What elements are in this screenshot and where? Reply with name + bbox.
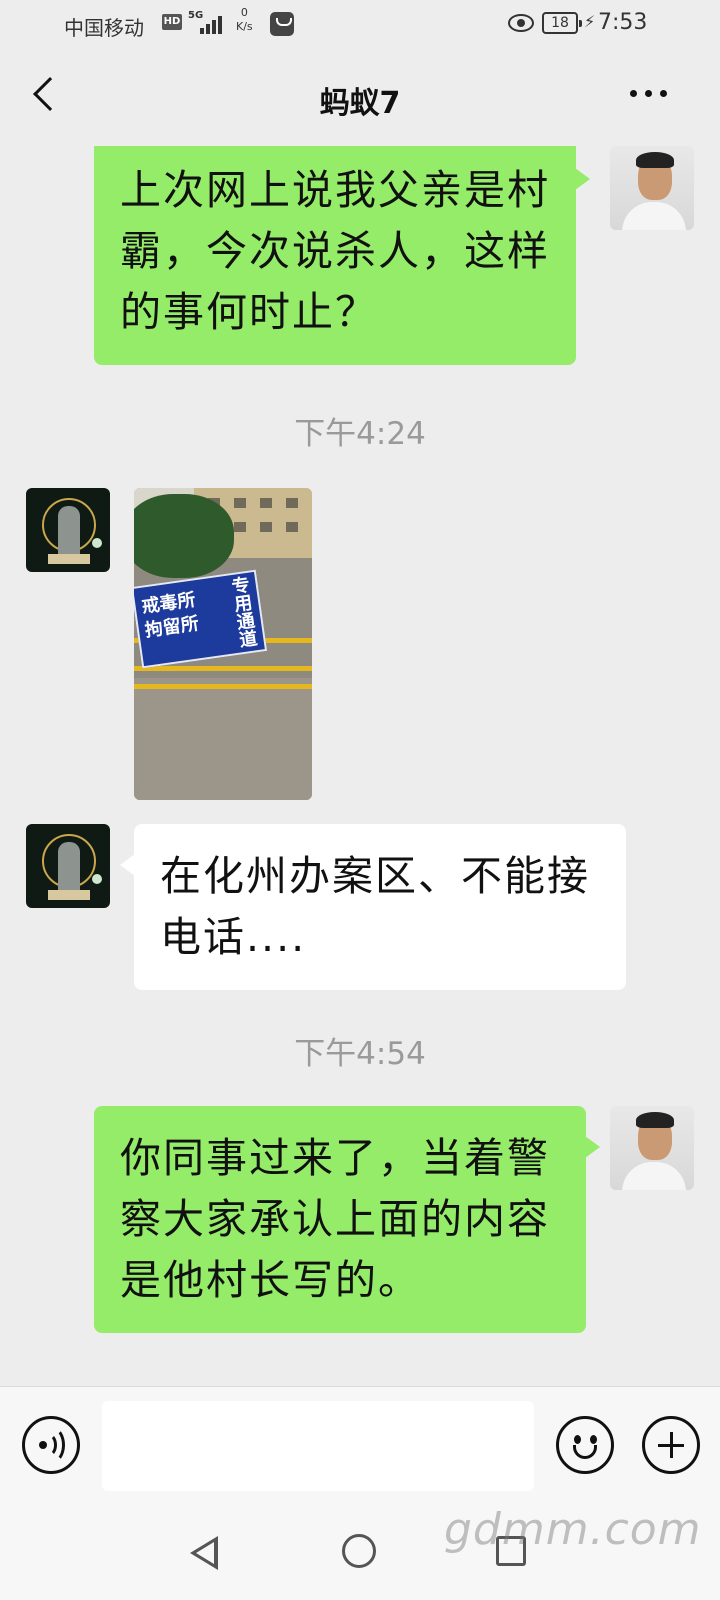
contact-avatar[interactable] (26, 824, 110, 908)
image-message[interactable]: 戒毒所 拘留所 专用通道 (134, 488, 312, 800)
more-dots-icon[interactable] (626, 90, 672, 100)
message-timestamp: 下午4:24 (294, 416, 426, 452)
message-list[interactable]: 上次网上说我父亲是村霸，今次说杀人，这样的事何时止？ 下午4:24 戒毒所 拘留… (0, 146, 720, 1386)
sent-message-bubble[interactable]: 你同事过来了，当着警察大家承认上面的内容是他村长写的。 (94, 1106, 600, 1333)
status-bar: 中国移动 HD 5G 0 K/s 18 ⚡ 7:53 (0, 0, 720, 50)
network-speed-unit: K/s (236, 20, 253, 33)
chat-title: 蚂蚁7 (319, 86, 401, 121)
received-message-bubble[interactable]: 在化州办案区、不能接电话.... (120, 824, 626, 990)
message-timestamp: 下午4:54 (294, 1036, 426, 1072)
system-home-icon[interactable] (342, 1534, 376, 1568)
emoji-icon[interactable] (556, 1416, 614, 1474)
message-input-bar (0, 1386, 720, 1504)
network-speed-value: 0 (240, 6, 248, 19)
sign-text-3: 专用通道 (230, 574, 259, 652)
message-input[interactable] (102, 1401, 534, 1491)
message-text: 上次网上说我父亲是村霸，今次说杀人，这样的事何时止？ (120, 166, 550, 336)
my-avatar[interactable] (610, 146, 694, 230)
road-sign: 戒毒所 拘留所 专用通道 (134, 569, 268, 669)
carrier-label: 中国移动 (64, 16, 144, 40)
battery-icon: 18 (542, 12, 582, 34)
hd-badge: HD (162, 14, 182, 30)
plus-icon[interactable] (642, 1416, 700, 1474)
charging-icon: ⚡ (584, 12, 596, 31)
my-avatar[interactable] (610, 1106, 694, 1190)
sent-message-bubble[interactable]: 上次网上说我父亲是村霸，今次说杀人，这样的事何时止？ (94, 146, 590, 365)
signal-icon (200, 14, 226, 34)
clock: 7:53 (598, 10, 648, 35)
message-text: 在化州办案区、不能接电话.... (160, 852, 590, 961)
voice-icon[interactable] (22, 1416, 80, 1474)
watermark: gdmm.com (444, 1504, 702, 1555)
contact-avatar[interactable] (26, 488, 110, 572)
system-back-icon[interactable] (190, 1536, 218, 1570)
shopping-bag-icon (270, 12, 294, 36)
network-speed: 0 K/s (236, 6, 253, 34)
message-text: 你同事过来了，当着警察大家承认上面的内容是他村长写的。 (120, 1134, 550, 1304)
eye-icon (508, 14, 534, 32)
chat-header: 蚂蚁7 (0, 50, 720, 146)
